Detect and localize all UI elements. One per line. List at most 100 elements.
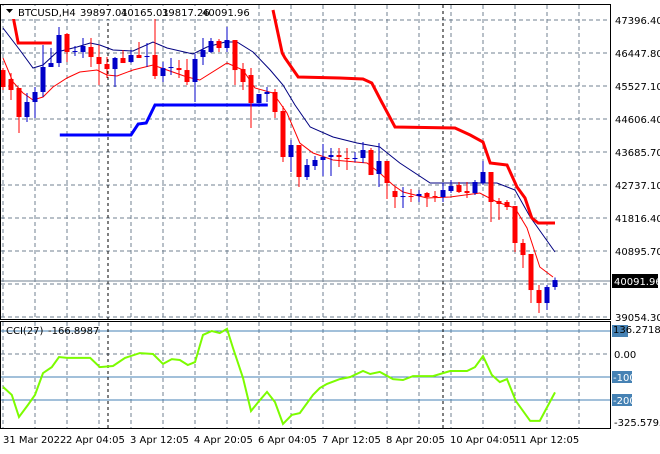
- time-tick: 4 Apr 20:05: [194, 435, 253, 446]
- candle-body: [232, 40, 238, 71]
- candle-body: [360, 149, 366, 159]
- candle-body: [24, 102, 30, 118]
- time-tick: 3 Apr 12:05: [130, 435, 189, 446]
- bear-candle: [368, 148, 374, 176]
- candle-body: [376, 161, 382, 174]
- candle-body: [480, 172, 486, 184]
- candle-body: [104, 64, 110, 70]
- price-tick: 44606.40: [615, 115, 660, 126]
- bear-candle: [280, 106, 286, 163]
- candle-body: [128, 55, 134, 63]
- candle-body: [496, 201, 502, 205]
- candle-body: [184, 70, 190, 82]
- candle-body: [160, 68, 166, 77]
- candle-body: [536, 290, 542, 304]
- candle-body: [416, 194, 422, 197]
- current-price-label: 40091.96: [614, 277, 660, 288]
- price-tick: 43685.70: [615, 148, 660, 159]
- ohlc-close: 40091.96: [202, 8, 250, 19]
- cci-name: CCI(27): [6, 326, 44, 337]
- candle-body: [504, 202, 510, 208]
- price-tick: 39054.30: [615, 313, 660, 324]
- candle-body: [192, 58, 198, 82]
- candle-body: [400, 196, 406, 198]
- candle-body: [48, 63, 54, 68]
- candle-body: [320, 157, 326, 161]
- time-tick: 31 Mar 2022: [3, 435, 66, 446]
- candle-body: [432, 196, 438, 198]
- cci-value: -166.8987: [48, 326, 99, 337]
- candle-body: [552, 280, 558, 287]
- candle-body: [248, 75, 254, 104]
- candle-body: [344, 158, 350, 160]
- candle-body: [112, 58, 118, 70]
- candle-body: [368, 149, 374, 176]
- cci-min-label: -325.5795: [614, 418, 660, 429]
- candle-body: [456, 185, 462, 193]
- candle-body: [64, 34, 70, 53]
- candle-body: [136, 55, 142, 59]
- candle-body: [280, 111, 286, 158]
- candle-body: [528, 253, 534, 291]
- cci-level-minus200: -200: [613, 396, 636, 407]
- time-tick: 2 Apr 04:05: [66, 435, 125, 446]
- time-tick: 8 Apr 20:05: [386, 435, 445, 446]
- bear-candle: [0, 68, 6, 91]
- time-tick: 10 Apr 04:05: [450, 435, 515, 446]
- candle-body: [96, 57, 102, 65]
- candle-body: [144, 56, 150, 58]
- candle-body: [488, 172, 494, 203]
- candle-body: [120, 58, 126, 64]
- candle-body: [40, 67, 46, 93]
- symbol-label: BTCUSD,H4: [18, 8, 76, 19]
- candle-body: [544, 287, 550, 304]
- price-tick: 41816.40: [615, 214, 660, 225]
- candle-body: [56, 35, 62, 64]
- candle-body: [336, 155, 342, 158]
- candle-body: [208, 41, 214, 53]
- candle-body: [424, 193, 430, 198]
- candle-body: [328, 155, 334, 158]
- time-tick: 11 Apr 12:05: [514, 435, 579, 446]
- price-tick: 40895.70: [615, 247, 660, 258]
- candle-body: [352, 158, 358, 160]
- candle-body: [384, 161, 390, 184]
- time-tick: 7 Apr 12:05: [322, 435, 381, 446]
- candle-body: [72, 51, 78, 53]
- candle-body: [0, 70, 6, 88]
- cci-zero-label: 0.00: [614, 350, 636, 361]
- candle-body: [472, 182, 478, 194]
- candle-body: [272, 92, 278, 113]
- candle-body: [240, 69, 246, 82]
- candle-body: [264, 92, 270, 94]
- price-tick: 46447.80: [615, 49, 660, 60]
- candle-body: [168, 67, 174, 69]
- price-chart[interactable]: BTCUSD,H4 39897.01 40165.01 39817.26 400…: [0, 0, 660, 450]
- candle-body: [520, 242, 526, 256]
- candle-body: [16, 88, 22, 118]
- candle-body: [32, 92, 38, 103]
- candle-body: [200, 49, 206, 58]
- time-axis: 31 Mar 2022 2 Apr 04:05 3 Apr 12:05 4 Ap…: [3, 435, 579, 446]
- candle-body: [408, 196, 414, 198]
- price-tick: 42737.10: [615, 181, 660, 192]
- candle-body: [152, 55, 158, 77]
- candle-body: [256, 93, 262, 104]
- cci-max-label: 136.2718: [613, 325, 660, 336]
- price-tick: 45527.10: [615, 82, 660, 93]
- candle-body: [8, 79, 14, 91]
- candle-body: [224, 40, 230, 48]
- candle-body: [80, 46, 86, 53]
- candle-body: [512, 206, 518, 243]
- cci-level-minus100: -100: [613, 373, 636, 384]
- time-tick: 6 Apr 04:05: [258, 435, 317, 446]
- candle-body: [288, 145, 294, 158]
- candle-body: [304, 165, 310, 178]
- candle-body: [176, 68, 182, 71]
- price-tick: 47396.40: [615, 16, 660, 27]
- candle-body: [216, 41, 222, 48]
- bull-candle: [472, 180, 478, 196]
- candle-body: [440, 190, 446, 198]
- bull-candle: [256, 93, 262, 104]
- candle-body: [464, 191, 470, 194]
